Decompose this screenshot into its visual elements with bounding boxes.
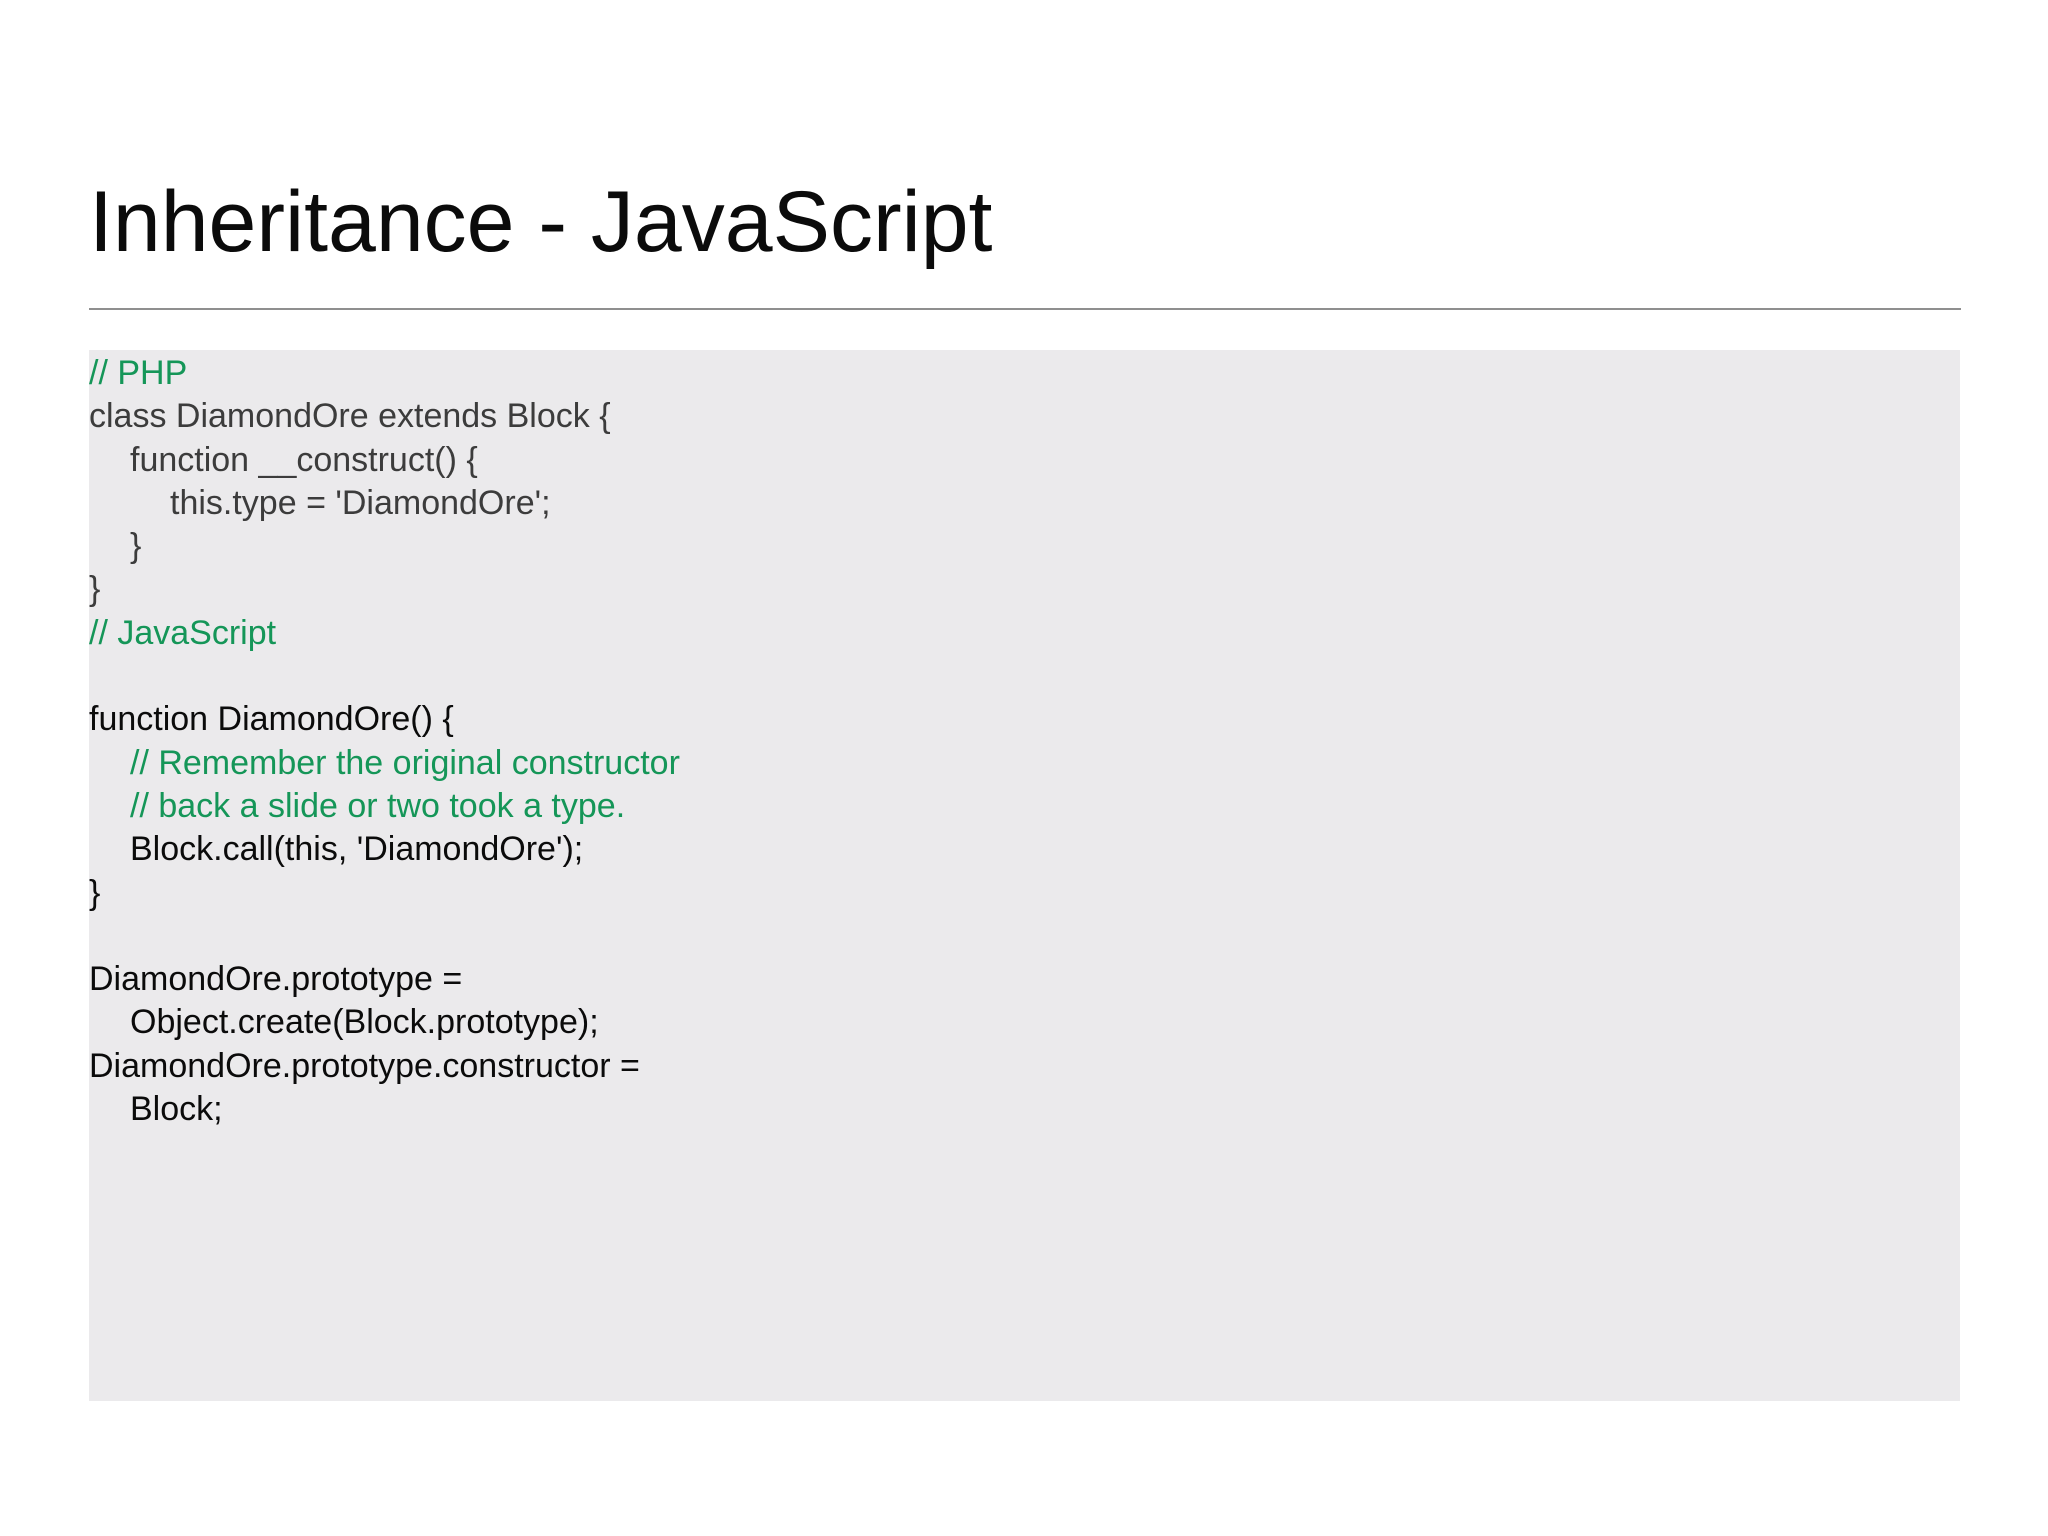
code-line: function __construct() { <box>130 440 478 479</box>
code-line: Block; <box>130 1090 223 1129</box>
code-line: Block.call(this, 'DiamondOre'); <box>130 830 584 869</box>
code-line: function DiamondOre() { <box>89 700 454 739</box>
code-line: this.type = 'DiamondOre'; <box>170 483 551 522</box>
code-line: } <box>89 873 101 912</box>
code-line: // Remember the original constructor <box>130 743 680 782</box>
code-line: // back a slide or two took a type. <box>130 786 626 825</box>
slide: Inheritance - JavaScript // PHP class Di… <box>0 0 2048 1536</box>
code-line: } <box>130 527 142 566</box>
code-panel: // PHP class DiamondOre extends Block { … <box>89 350 1960 1401</box>
title-divider <box>89 308 1961 310</box>
code-block: // PHP class DiamondOre extends Block { … <box>89 352 680 1131</box>
code-line: class DiamondOre extends Block { <box>89 397 611 436</box>
code-line: Object.create(Block.prototype); <box>130 1003 599 1042</box>
code-line: } <box>89 570 101 609</box>
slide-title: Inheritance - JavaScript <box>89 174 993 270</box>
code-line: // PHP <box>89 354 188 392</box>
code-line: // JavaScript <box>89 613 277 652</box>
code-line: DiamondOre.prototype = <box>89 960 463 999</box>
code-line: DiamondOre.prototype.constructor = <box>89 1046 640 1085</box>
